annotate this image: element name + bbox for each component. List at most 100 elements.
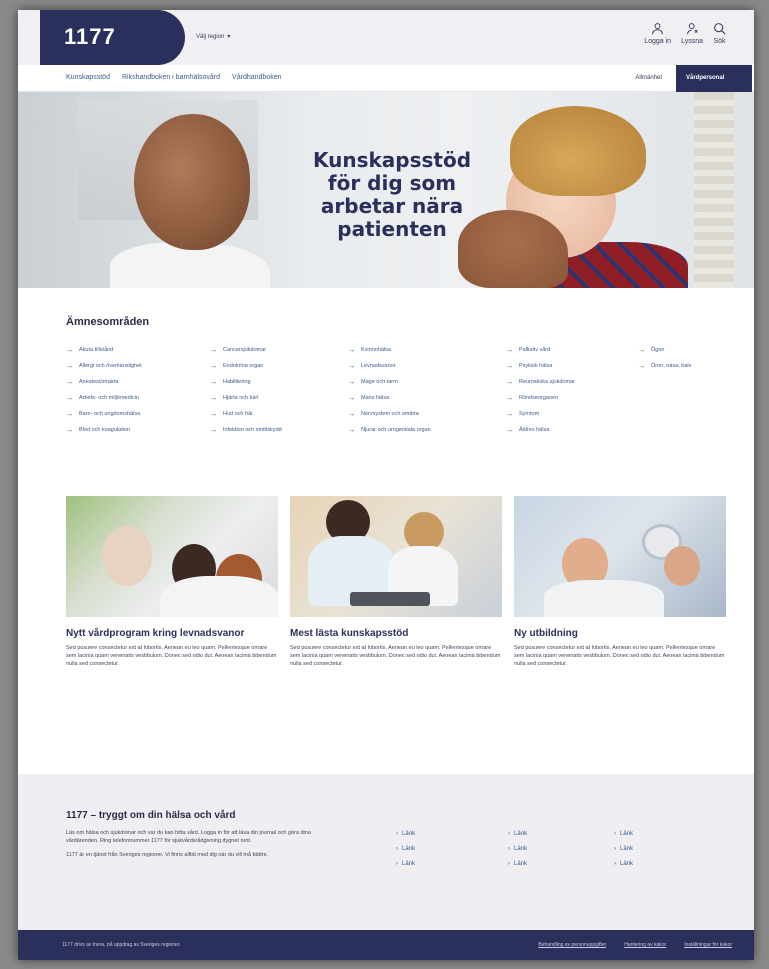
arrow-right-icon: → [506, 346, 513, 354]
subject-link[interactable]: → Barn- och ungdomshälsa [66, 408, 210, 420]
subject-link[interactable]: → Reumatiska sjukdomar [506, 376, 638, 388]
header-tools: Logga in Lyssna Sök [644, 22, 726, 45]
login-label: Logga in [644, 38, 672, 45]
chevron-right-icon: › [614, 861, 616, 867]
chevron-down-icon: ▾ [227, 34, 231, 40]
subject-column: → Cancersjukdomar → Endokrina organ → Habilit… [210, 344, 348, 436]
subject-link[interactable]: → Infektion och smittskydd [210, 424, 348, 436]
login-button[interactable]: Logga in [644, 22, 671, 45]
chevron-right-icon: › [508, 861, 510, 867]
subject-link-label: Levnadsvanor [361, 363, 396, 369]
news-card[interactable]: Mest lästa kunskapsstöd Sed posuere cons… [290, 496, 502, 668]
subject-link-label: Öron, näsa, hals [651, 363, 692, 369]
card-title[interactable]: Mest lästa kunskapsstöd [290, 628, 502, 639]
arrow-right-icon: → [66, 426, 73, 434]
nav-link-rikshandboken[interactable]: Rikshandboken i barnhälsovård [122, 74, 220, 81]
subject-link[interactable]: → Cancersjukdomar [210, 344, 348, 356]
browser-page: 1177 Välj region ▾ Logga in Lyssna Sök K… [18, 10, 754, 960]
footer-link-cookie-settings[interactable]: Inställningar för kakor [684, 942, 732, 948]
footer-link-personal-data[interactable]: Behandling av personuppgifter [538, 942, 606, 948]
subject-link[interactable]: → Mage och tarm [348, 376, 506, 388]
subject-link-label: Palliativ vård [519, 347, 551, 353]
arrow-right-icon: → [210, 346, 217, 354]
info-link[interactable]: › Länk [508, 831, 614, 837]
subject-link[interactable]: → Mans hälsa [348, 392, 506, 404]
info-link[interactable]: › Länk [614, 831, 694, 837]
news-card[interactable]: Ny utbildning Sed posuere consectetur es… [514, 496, 726, 668]
subject-link[interactable]: → Arbets- och miljömedicin [66, 392, 210, 404]
nav-link-kunskapsstod[interactable]: Kunskapsstöd [66, 74, 110, 81]
info-link[interactable]: › Länk [396, 861, 508, 867]
chevron-right-icon: › [614, 831, 616, 837]
subject-link[interactable]: → Akuta tillstånd [66, 344, 210, 356]
subject-link-label: Njurar och urogenitala organ [361, 427, 431, 433]
arrow-right-icon: → [348, 410, 355, 418]
subject-link[interactable]: → Psykisk hälsa [506, 360, 638, 372]
subject-link[interactable]: → Palliativ vård [506, 344, 638, 356]
region-selector[interactable]: Välj region ▾ [196, 33, 231, 41]
site-header: 1177 Välj region ▾ Logga in Lyssna Sök [18, 10, 754, 65]
subject-link[interactable]: → Njurar och urogenitala organ [348, 424, 506, 436]
card-title[interactable]: Ny utbildning [514, 628, 726, 639]
info-link-label: Länk [620, 831, 634, 837]
subject-column: → Kvinnohälsa → Levnadsvanor → Mage och tarm →… [348, 344, 506, 436]
info-link[interactable]: › Länk [396, 831, 508, 837]
arrow-right-icon: → [66, 410, 73, 418]
arrow-right-icon: → [210, 426, 217, 434]
subject-link[interactable]: → Hjärta och kärl [210, 392, 348, 404]
subject-link-label: Akuta tillstånd [79, 347, 114, 353]
subject-link[interactable]: → Nervsystem och smärta [348, 408, 506, 420]
card-image [514, 496, 726, 617]
footer-note: 1177 drivs av Inera, på uppdrag av Sveri… [62, 942, 181, 948]
search-button[interactable]: Sök [713, 22, 726, 45]
info-link[interactable]: › Länk [614, 846, 694, 852]
subject-link[interactable]: → Allergi och överkänslighet [66, 360, 210, 372]
subject-link[interactable]: → Rörelseorganen [506, 392, 638, 404]
info-link[interactable]: › Länk [396, 846, 508, 852]
subject-link[interactable]: → Endokrina organ [210, 360, 348, 372]
subject-link-label: Nervsystem och smärta [361, 411, 419, 417]
subject-link[interactable]: → Anestesi/smärta [66, 376, 210, 388]
listen-label: Lyssna [681, 38, 703, 45]
main-nav: Kunskapsstöd Rikshandboken i barnhälsovå… [18, 65, 754, 92]
subject-link[interactable]: → Levnadsvanor [348, 360, 506, 372]
subject-link[interactable]: → Blod och koagulation [66, 424, 210, 436]
subject-link[interactable]: → Kvinnohälsa [348, 344, 506, 356]
arrow-right-icon: → [348, 346, 355, 354]
nav-link-vardhandboken[interactable]: Vårdhandboken [232, 74, 281, 81]
subject-link[interactable]: → Öron, näsa, hals [638, 360, 728, 372]
listen-button[interactable]: Lyssna [681, 22, 703, 45]
info-link[interactable]: › Länk [508, 861, 614, 867]
audience-public-link[interactable]: Allmänhet [635, 65, 676, 92]
about-heading: 1177 – tryggt om din hälsa och vård [66, 810, 236, 821]
arrow-right-icon: → [506, 362, 513, 370]
subject-link[interactable]: → Äldres hälsa [506, 424, 638, 436]
subject-link[interactable]: → Ögon [638, 344, 728, 356]
audience-pro-tab[interactable]: Vårdpersonal [676, 65, 752, 92]
footer-link-cookies[interactable]: Hantering av kakor [624, 942, 666, 948]
card-text: Sed posuere consectetur est at lobortis.… [66, 645, 277, 667]
card-title[interactable]: Nytt vårdprogram kring levnadsvanor [66, 628, 278, 639]
news-card[interactable]: Nytt vårdprogram kring levnadsvanor Sed … [66, 496, 278, 668]
arrow-right-icon: → [348, 394, 355, 402]
subject-link[interactable]: → Hud och hår [210, 408, 348, 420]
news-cards: Nytt vårdprogram kring levnadsvanor Sed … [66, 496, 726, 668]
chevron-right-icon: › [508, 831, 510, 837]
info-link-label: Länk [514, 846, 528, 852]
subject-link-label: Cancersjukdomar [223, 347, 267, 353]
info-link-label: Länk [514, 861, 528, 867]
subject-link-label: Arbets- och miljömedicin [79, 395, 139, 401]
subject-link-label: Blod och koagulation [79, 427, 131, 433]
hero-title: Kunskapsstöd för dig som arbetar nära pa… [312, 148, 472, 241]
subject-link[interactable]: → Habilitering [210, 376, 348, 388]
subject-link-label: Hud och hår [223, 411, 253, 417]
hero-doctor [134, 114, 250, 250]
logo[interactable]: 1177 [40, 10, 185, 65]
site-footer: 1177 drivs av Inera, på uppdrag av Sveri… [18, 930, 754, 960]
chevron-right-icon: › [396, 831, 398, 837]
info-link[interactable]: › Länk [508, 846, 614, 852]
chevron-right-icon: › [396, 846, 398, 852]
subject-link[interactable]: → Symtom [506, 408, 638, 420]
info-link[interactable]: › Länk [614, 861, 694, 867]
chevron-right-icon: › [508, 846, 510, 852]
